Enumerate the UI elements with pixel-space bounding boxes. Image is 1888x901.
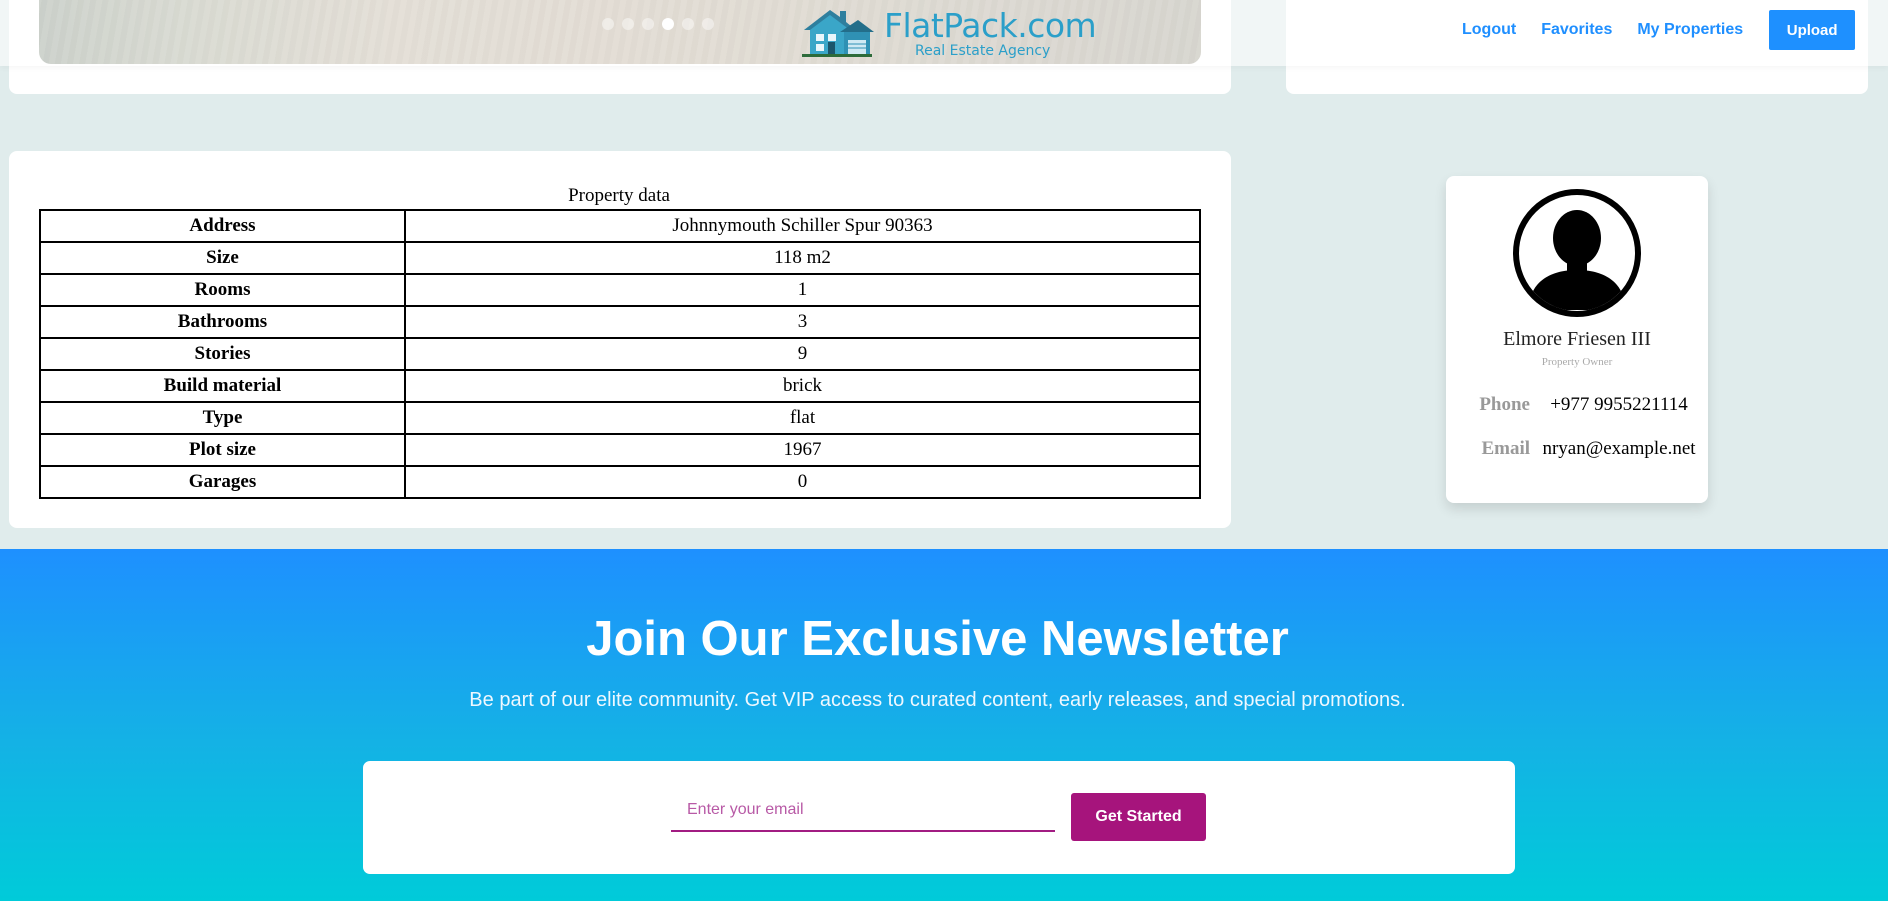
phone-label: Phone — [1479, 394, 1530, 415]
email-row: Email nryan@example.net — [1446, 438, 1708, 460]
table-row: Rooms 1 — [39, 273, 1201, 307]
upload-button[interactable]: Upload — [1769, 10, 1856, 50]
nav-logout-link[interactable]: Logout — [1462, 21, 1516, 39]
property-data-table: Address Johnnymouth Schiller Spur 90363 … — [39, 209, 1201, 499]
owner-role: Property Owner — [1541, 356, 1613, 368]
table-row: Garages 0 — [39, 465, 1201, 499]
row-label: Bathrooms — [39, 305, 406, 339]
row-value: 1967 — [404, 433, 1201, 467]
row-label: Size — [39, 241, 406, 275]
row-value: brick — [404, 369, 1201, 403]
brand-logo[interactable]: FlatPack.com Real Estate Agency — [800, 6, 1097, 62]
table-caption: Property data — [568, 185, 670, 206]
owner-card: Elmore Friesen III Property Owner Phone … — [1446, 176, 1708, 503]
row-value: 3 — [404, 305, 1201, 339]
brand-tagline: Real Estate Agency — [915, 43, 1051, 59]
table-row: Stories 9 — [39, 337, 1201, 371]
row-label: Garages — [39, 465, 406, 499]
email-label: Email — [1481, 438, 1530, 459]
row-value: 118 m2 — [404, 241, 1201, 275]
row-label: Stories — [39, 337, 406, 371]
email-input[interactable] — [671, 790, 1055, 832]
row-label: Type — [39, 401, 406, 435]
newsletter-section: Join Our Exclusive Newsletter Be part of… — [0, 549, 1888, 901]
row-value: 1 — [404, 273, 1201, 307]
row-value: flat — [404, 401, 1201, 435]
table-row: Size 118 m2 — [39, 241, 1201, 275]
row-label: Build material — [39, 369, 406, 403]
table-row: Bathrooms 3 — [39, 305, 1201, 339]
brand-name: FlatPack.com — [884, 6, 1097, 45]
table-row: Address Johnnymouth Schiller Spur 90363 — [39, 209, 1201, 243]
user-avatar-icon — [1513, 189, 1641, 317]
newsletter-subtitle: Be part of our elite community. Get VIP … — [469, 689, 1406, 711]
row-label: Rooms — [39, 273, 406, 307]
phone-value[interactable]: +977 9955221114 — [1530, 394, 1708, 416]
row-label: Address — [39, 209, 406, 243]
owner-name: Elmore Friesen III — [1503, 328, 1651, 350]
email-value[interactable]: nryan@example.net — [1530, 438, 1708, 460]
house-logo-icon — [802, 10, 874, 57]
property-data-card: Property data Address Johnnymouth Schill… — [9, 151, 1231, 528]
newsletter-form: Get Started — [363, 761, 1515, 874]
nav-favorites-link[interactable]: Favorites — [1541, 21, 1612, 39]
row-label: Plot size — [39, 433, 406, 467]
nav-my-properties-link[interactable]: My Properties — [1637, 21, 1743, 39]
nav-links: Logout Favorites My Properties Upload — [1462, 10, 1856, 50]
table-row: Plot size 1967 — [39, 433, 1201, 467]
newsletter-title: Join Our Exclusive Newsletter — [586, 612, 1289, 666]
table-row: Build material brick — [39, 369, 1201, 403]
get-started-button[interactable]: Get Started — [1071, 793, 1206, 841]
navbar: FlatPack.com Real Estate Agency Logout F… — [0, 0, 1888, 66]
phone-row: Phone +977 9955221114 — [1446, 394, 1708, 416]
table-row: Type flat — [39, 401, 1201, 435]
row-value: 0 — [404, 465, 1201, 499]
row-value: Johnnymouth Schiller Spur 90363 — [404, 209, 1201, 243]
row-value: 9 — [404, 337, 1201, 371]
